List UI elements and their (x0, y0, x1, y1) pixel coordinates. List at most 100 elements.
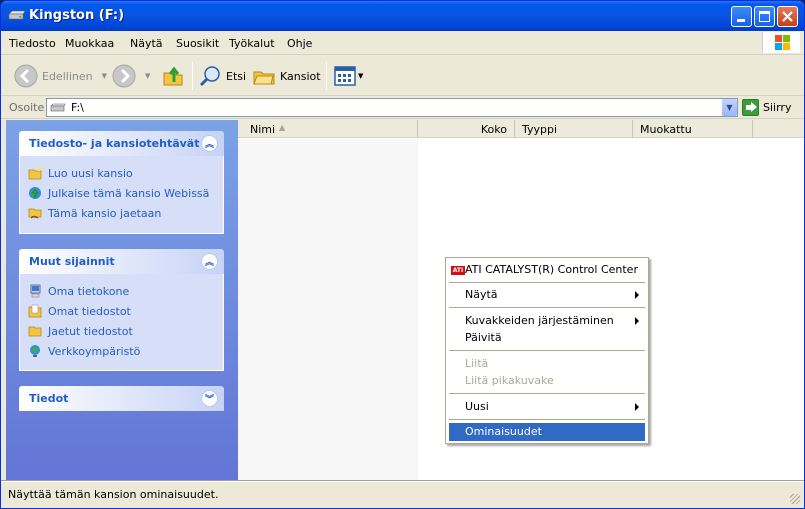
submenu-arrow-icon (635, 291, 639, 299)
menu-item-refresh[interactable]: Päivitä (449, 328, 645, 348)
address-field[interactable]: F:\ ▼ (46, 98, 738, 117)
submenu-arrow-icon (635, 317, 639, 325)
place-label: Jaetut tiedostot (48, 324, 133, 338)
place-label: Omat tiedostot (48, 304, 131, 318)
task-share-folder[interactable]: Tämä kansio jaetaan (20, 203, 223, 223)
go-button[interactable]: Siirry (742, 98, 791, 117)
place-label: Verkkoympäristö (48, 344, 141, 358)
file-folder-tasks-panel: Tiedosto- ja kansiotehtävät ︽ Luo uusi k… (19, 131, 224, 234)
collapse-icon[interactable]: ︽ (201, 135, 218, 152)
menu-item-new[interactable]: Uusi (449, 397, 645, 417)
minimize-icon (737, 19, 745, 22)
panel-title: Tiedot (29, 392, 69, 405)
menu-item-paste-shortcut: Liitä pikakuvake (449, 371, 645, 391)
task-label: Luo uusi kansio (48, 166, 133, 180)
status-bar: Näyttää tämän kansion ominaisuudet. (1, 481, 804, 508)
menu-tools[interactable]: Työkalut (229, 37, 275, 50)
menu-edit[interactable]: Muokkaa (65, 37, 114, 50)
menu-item-ati[interactable]: ATI ATI CATALYST(R) Control Center (449, 260, 645, 280)
collapse-icon[interactable]: ︽ (201, 253, 218, 270)
column-modified[interactable]: Muokattu (633, 120, 753, 138)
minimize-button[interactable] (731, 6, 752, 27)
toolbar-separator (326, 62, 327, 90)
drive-icon (8, 10, 26, 20)
context-menu: ATI ATI CATALYST(R) Control Center Näytä… (445, 257, 649, 444)
panel-header[interactable]: Tiedot ︾ (19, 386, 224, 411)
other-places-panel: Muut sijainnit ︽ Oma tietokone Omat tied… (19, 249, 224, 371)
menu-item-label: ATI CATALYST(R) Control Center (465, 263, 638, 276)
menu-item-label: Ominaisuudet (465, 425, 542, 438)
views-dropdown-icon[interactable]: ▼ (358, 72, 363, 80)
menu-separator (449, 419, 645, 420)
menu-file[interactable]: Tiedosto (9, 37, 56, 50)
task-publish-web[interactable]: Julkaise tämä kansio Webissä (20, 183, 223, 203)
address-value: F:\ (71, 101, 84, 114)
address-label: Osoite (9, 101, 45, 114)
back-label: Edellinen (42, 69, 93, 83)
address-dropdown-button[interactable]: ▼ (721, 99, 737, 116)
menu-item-view[interactable]: Näytä (449, 285, 645, 305)
up-button[interactable] (161, 64, 185, 88)
resize-grip-icon[interactable] (790, 494, 800, 504)
folder-up-icon (163, 66, 183, 86)
address-bar: Osoite F:\ ▼ Siirry (1, 96, 804, 119)
maximize-button[interactable] (754, 6, 775, 27)
task-label: Tämä kansio jaetaan (48, 206, 162, 220)
place-my-computer[interactable]: Oma tietokone (20, 281, 223, 301)
menu-item-label: Näytä (465, 288, 498, 301)
panel-header[interactable]: Tiedosto- ja kansiotehtävät ︽ (19, 131, 224, 156)
close-button[interactable] (777, 6, 798, 27)
back-dropdown-icon[interactable]: ▼ (102, 72, 107, 80)
column-modified-label: Muokattu (640, 123, 692, 136)
details-panel: Tiedot ︾ (19, 386, 224, 411)
menu-separator (449, 393, 645, 394)
column-name[interactable]: Nimi ▲ (238, 120, 418, 138)
folder-icon (28, 326, 42, 337)
menu-view[interactable]: Näytä (130, 37, 163, 50)
forward-dropdown-icon[interactable]: ▼ (145, 72, 150, 80)
documents-folder-icon (28, 304, 42, 318)
column-type-label: Tyyppi (522, 123, 558, 136)
shared-folder-icon (28, 208, 42, 219)
place-my-documents[interactable]: Omat tiedostot (20, 301, 223, 321)
panel-body: Oma tietokone Omat tiedostot Jaetut tied… (19, 274, 224, 371)
panel-header[interactable]: Muut sijainnit ︽ (19, 249, 224, 274)
menu-item-properties[interactable]: Ominaisuudet (449, 423, 645, 441)
drive-icon (50, 103, 66, 112)
submenu-arrow-icon (635, 403, 639, 411)
place-shared-documents[interactable]: Jaetut tiedostot (20, 321, 223, 341)
search-label: Etsi (226, 69, 247, 83)
menu-item-label: Päivitä (465, 331, 502, 344)
back-button[interactable]: Edellinen ▼ (14, 64, 107, 88)
column-size[interactable]: Koko (418, 120, 515, 138)
windows-logo-icon (762, 32, 800, 53)
toolbar-separator (192, 62, 193, 90)
globe-publish-icon (29, 187, 41, 199)
folders-button[interactable]: Kansiot (252, 64, 321, 88)
views-button[interactable]: ▼ (334, 64, 363, 88)
panel-title: Tiedosto- ja kansiotehtävät (29, 137, 200, 150)
ati-logo-icon: ATI (451, 266, 465, 275)
search-button[interactable]: Etsi (198, 64, 246, 88)
place-label: Oma tietokone (48, 284, 130, 298)
column-type[interactable]: Tyyppi (515, 120, 633, 138)
task-new-folder[interactable]: Luo uusi kansio (20, 163, 223, 183)
place-network[interactable]: Verkkoympäristö (20, 341, 223, 361)
menu-help[interactable]: Ohje (287, 37, 312, 50)
window-title: Kingston (F:) (29, 8, 125, 23)
menu-separator (449, 350, 645, 351)
menu-separator (449, 307, 645, 308)
menu-item-label: Uusi (465, 400, 489, 413)
menu-separator (449, 282, 645, 283)
status-text: Näyttää tämän kansion ominaisuudet. (8, 488, 219, 501)
column-header: Nimi ▲ Koko Tyyppi Muokattu (238, 120, 804, 138)
forward-button[interactable]: ▼ (112, 64, 150, 88)
title-bar[interactable]: Kingston (F:) (1, 1, 804, 31)
expand-icon[interactable]: ︾ (201, 390, 218, 407)
search-icon (199, 66, 220, 87)
task-label: Julkaise tämä kansio Webissä (48, 186, 210, 200)
maximize-icon (759, 11, 770, 22)
menu-item-label: Liitä pikakuvake (465, 374, 554, 387)
menu-favorites[interactable]: Suosikit (176, 37, 219, 50)
menu-item-label: Liitä (465, 357, 489, 370)
